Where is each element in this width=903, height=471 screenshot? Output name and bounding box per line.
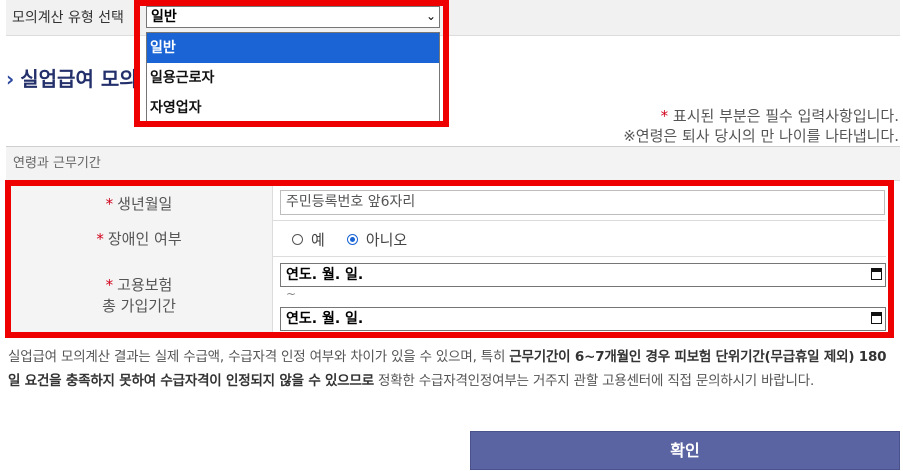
form-caption: 연령과 근무기간	[6, 147, 900, 181]
confirm-button[interactable]: 확인	[470, 431, 900, 470]
chevron-right-icon: ›	[6, 67, 15, 91]
required-star: *	[660, 107, 669, 125]
notice-text: 실업급여 모의계산 결과는 실제 수급액, 수급자격 인정 여부와 차이가 있을…	[8, 345, 898, 393]
required-note-text: 표시된 부분은 필수 입력사항입니다.	[672, 107, 899, 125]
age-note: ※연령은 퇴사 당시의 만 나이를 나타냅니다.	[623, 127, 899, 145]
notice-part1: 실업급여 모의계산 결과는 실제 수급액, 수급자격 인정 여부와 차이가 있을…	[8, 349, 510, 365]
highlight-box-top	[134, 0, 449, 127]
highlight-box-form	[5, 180, 894, 338]
section-title-text: 실업급여 모의	[20, 67, 138, 91]
required-note: * 표시된 부분은 필수 입력사항입니다.	[661, 105, 899, 126]
notice-part2: 정확한 수급자격인정여부는 거주지 관할 고용센터에 직접 문의하시기 바랍니다…	[373, 373, 815, 389]
section-title: › 실업급여 모의	[6, 63, 138, 92]
calc-type-label: 모의계산 유형 선택	[12, 10, 124, 26]
